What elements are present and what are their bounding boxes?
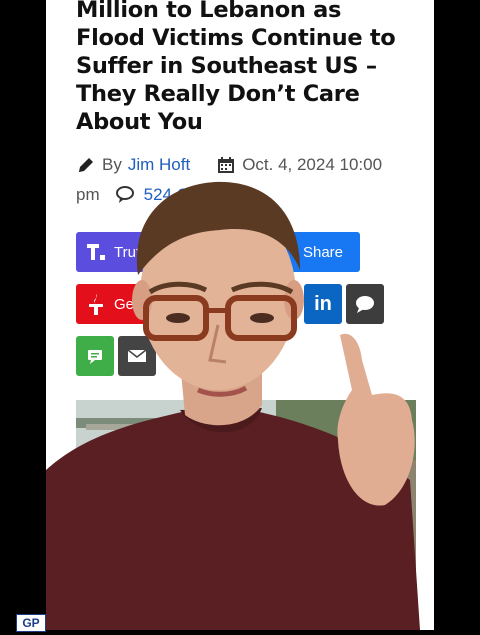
- source-badge: GP: [16, 614, 46, 632]
- presenter-video-overlay: [0, 0, 480, 630]
